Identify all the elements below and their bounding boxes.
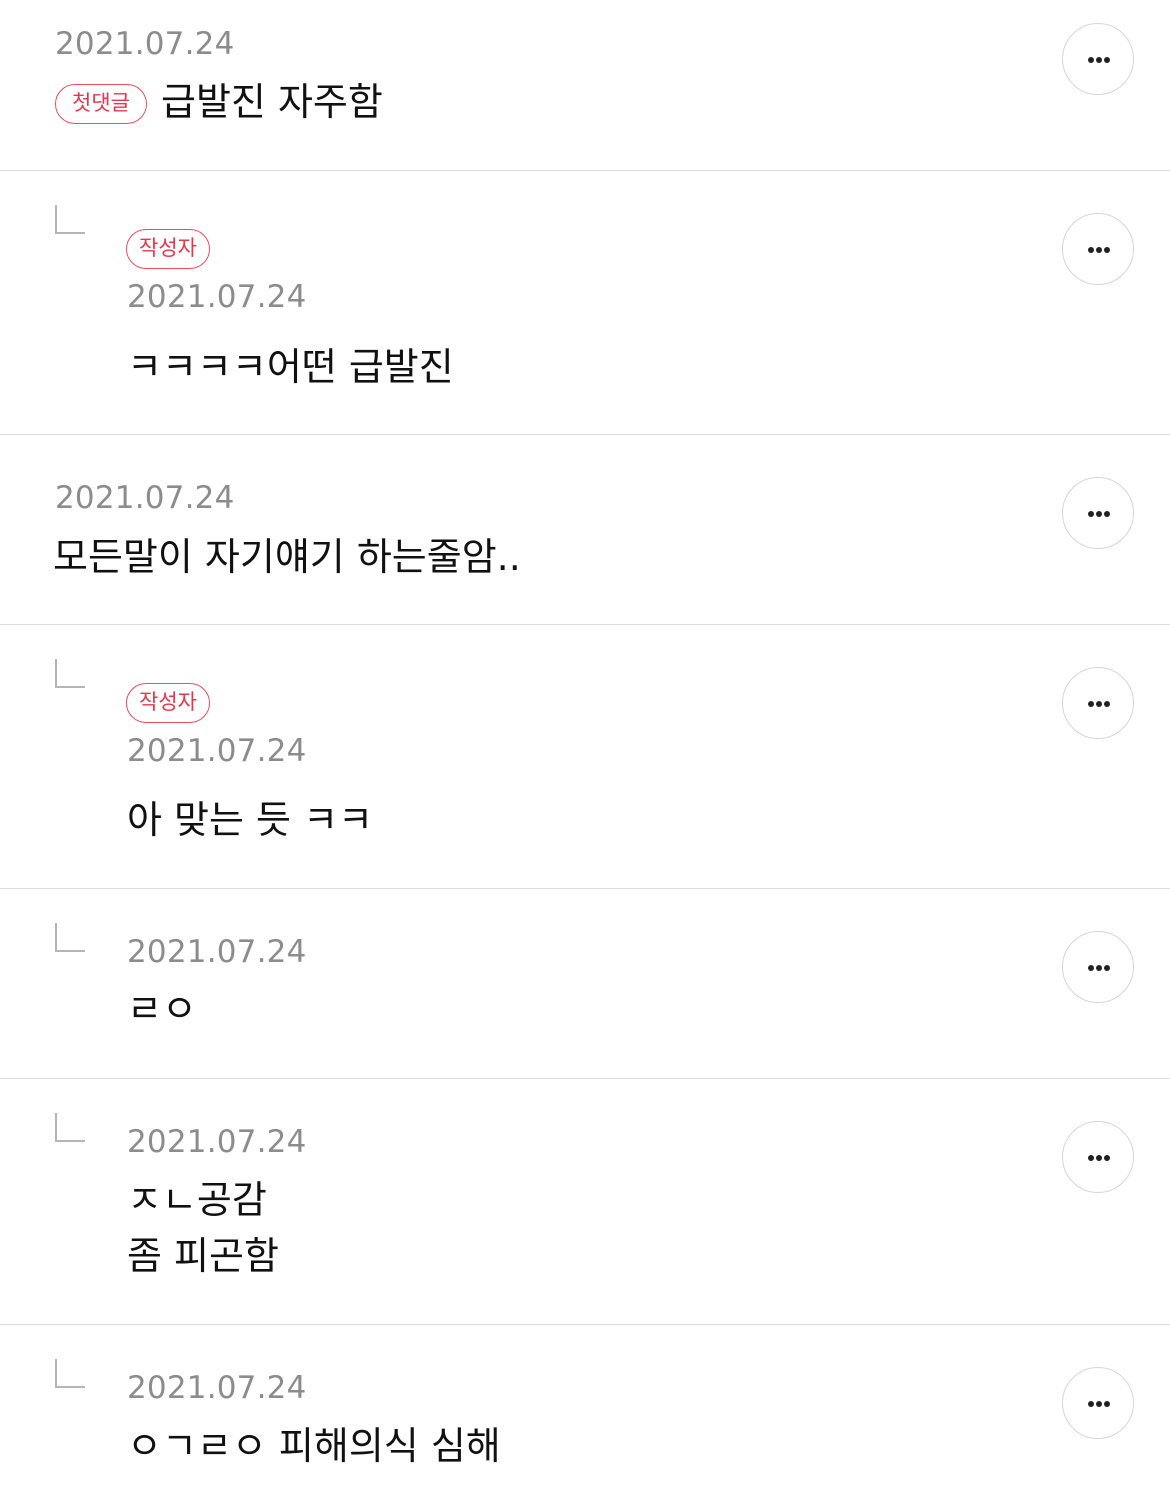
more-options-button[interactable] bbox=[1062, 931, 1134, 1003]
comment-text-line: 좀 피곤함 bbox=[127, 1234, 279, 1278]
comment-text: ㅋㅋㅋㅋ어떤 급발진 bbox=[127, 345, 454, 389]
comment-date: 2021.07.24 bbox=[55, 480, 235, 516]
comment-item: 2021.07.24 첫댓글 급발진 자주함 bbox=[0, 0, 1170, 171]
reply-item: 2021.07.24 ㅈㄴ공감 좀 피곤함 bbox=[0, 1079, 1170, 1325]
more-options-button[interactable] bbox=[1062, 23, 1134, 95]
more-options-button[interactable] bbox=[1062, 477, 1134, 549]
comment-text: 모든말이 자기얘기 하는줄암.. bbox=[53, 535, 521, 579]
reply-item: 작성자 2021.07.24 아 맞는 듯 ㅋㅋ bbox=[0, 625, 1170, 889]
reply-arrow-icon bbox=[55, 205, 85, 235]
more-dots-icon bbox=[1088, 511, 1110, 517]
comment-date: 2021.07.24 bbox=[55, 26, 235, 62]
more-dots-icon bbox=[1088, 701, 1110, 707]
more-dots-icon bbox=[1088, 1155, 1110, 1161]
more-options-button[interactable] bbox=[1062, 213, 1134, 285]
reply-arrow-icon bbox=[55, 1113, 85, 1143]
author-badge: 작성자 bbox=[126, 683, 210, 723]
more-dots-icon bbox=[1088, 1401, 1110, 1407]
more-dots-icon bbox=[1088, 965, 1110, 971]
more-dots-icon bbox=[1088, 57, 1110, 63]
more-options-button[interactable] bbox=[1062, 1367, 1134, 1439]
author-badge: 작성자 bbox=[126, 229, 210, 269]
comment-date: 2021.07.24 bbox=[127, 1124, 307, 1160]
comment-text: 아 맞는 듯 ㅋㅋ bbox=[127, 798, 373, 842]
more-options-button[interactable] bbox=[1062, 1121, 1134, 1193]
comment-text: 급발진 자주함 bbox=[161, 80, 383, 124]
more-dots-icon bbox=[1088, 247, 1110, 253]
comment-date: 2021.07.24 bbox=[127, 1370, 307, 1406]
comment-text: ㄹㅇ bbox=[127, 987, 197, 1031]
comment-date: 2021.07.24 bbox=[127, 279, 307, 315]
reply-item: 작성자 2021.07.24 ㅋㅋㅋㅋ어떤 급발진 bbox=[0, 171, 1170, 435]
reply-item: 2021.07.24 ㅇㄱㄹㅇ 피해의식 심해 bbox=[0, 1325, 1170, 1502]
comment-date: 2021.07.24 bbox=[127, 733, 307, 769]
reply-item: 2021.07.24 ㄹㅇ bbox=[0, 889, 1170, 1079]
first-comment-badge: 첫댓글 bbox=[55, 84, 147, 124]
comment-text: ㅇㄱㄹㅇ 피해의식 심해 bbox=[127, 1424, 501, 1468]
more-options-button[interactable] bbox=[1062, 667, 1134, 739]
comment-date: 2021.07.24 bbox=[127, 934, 307, 970]
reply-arrow-icon bbox=[55, 923, 85, 953]
comment-item: 2021.07.24 모든말이 자기얘기 하는줄암.. bbox=[0, 435, 1170, 625]
reply-arrow-icon bbox=[55, 1359, 85, 1389]
comment-text-line: ㅈㄴ공감 bbox=[127, 1178, 267, 1222]
reply-arrow-icon bbox=[55, 659, 85, 689]
